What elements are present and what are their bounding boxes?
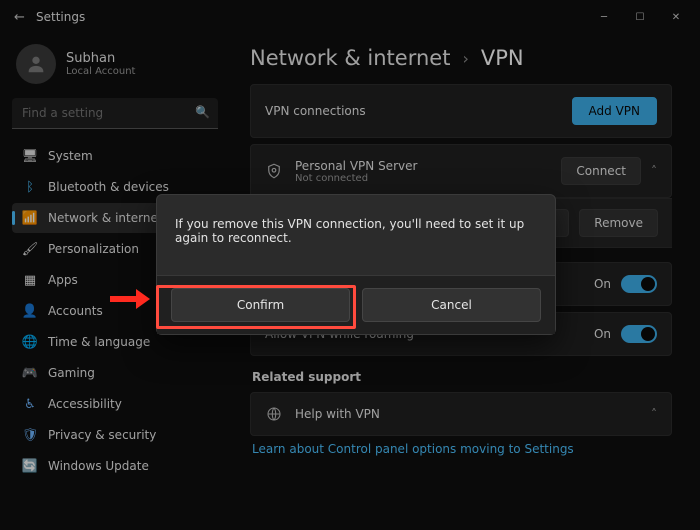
cancel-button[interactable]: Cancel (362, 288, 541, 322)
dialog-message: If you remove this VPN connection, you'l… (157, 195, 555, 275)
remove-vpn-dialog: If you remove this VPN connection, you'l… (156, 194, 556, 335)
confirm-button[interactable]: Confirm (171, 288, 350, 322)
